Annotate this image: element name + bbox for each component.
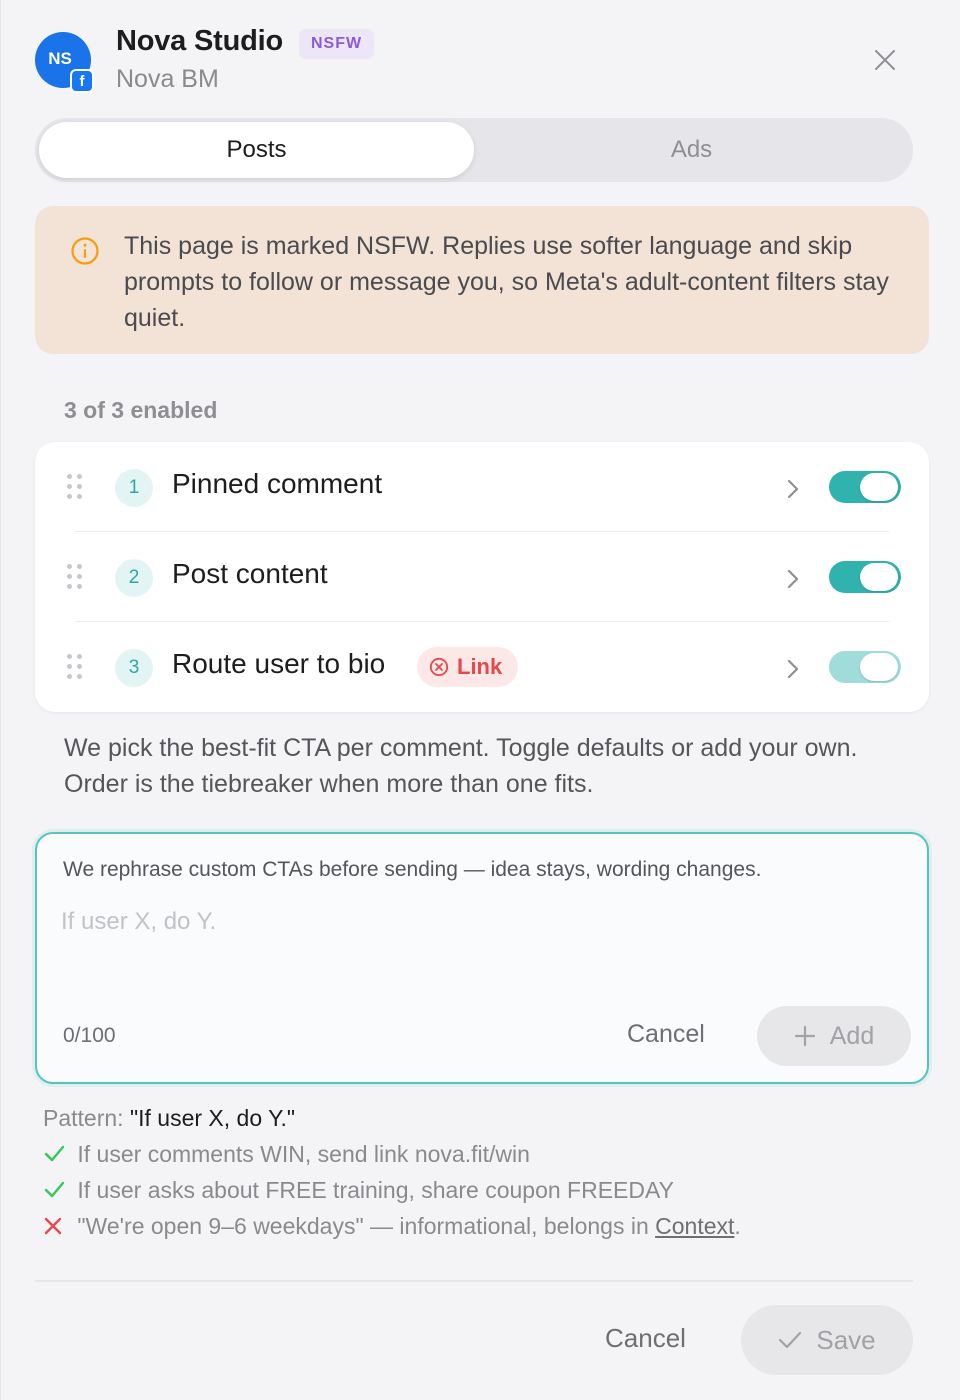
check-icon — [779, 1331, 802, 1349]
pattern-guidance: Pattern: "If user X, do Y." If user comm… — [43, 1100, 741, 1244]
cta-toggle[interactable] — [829, 651, 901, 683]
pattern-key: Pattern: — [43, 1105, 124, 1131]
char-count: 0/100 — [63, 1024, 116, 1047]
example-text: If user comments WIN, send link nova.fit… — [77, 1141, 530, 1167]
info-icon — [71, 237, 99, 265]
example-text: If user asks about FREE training, share … — [77, 1177, 674, 1203]
cross-icon — [44, 1217, 62, 1235]
cta-order-number: 2 — [115, 559, 153, 597]
close-button[interactable] — [867, 42, 903, 78]
nsfw-badge: NSFW — [299, 29, 375, 59]
cta-row-post-content[interactable]: 2 Post content — [35, 532, 929, 622]
chevron-right-icon[interactable] — [783, 657, 803, 681]
facebook-icon: f — [70, 69, 94, 93]
footer-divider — [35, 1280, 913, 1282]
business-manager-name: Nova BM — [116, 65, 219, 93]
enabled-count: 3 of 3 enabled — [64, 397, 218, 423]
pattern-example-good: If user asks about FREE training, share … — [43, 1172, 741, 1208]
close-icon — [875, 50, 895, 70]
example-suffix: . — [734, 1213, 741, 1239]
cancel-button[interactable]: Cancel — [605, 1323, 686, 1354]
drag-handle-icon[interactable] — [67, 654, 85, 680]
save-button[interactable]: Save — [741, 1305, 913, 1375]
link-badge-label: Link — [457, 654, 503, 679]
pattern-example-bad: "We're open 9–6 weekdays" — informationa… — [43, 1208, 741, 1244]
chevron-right-icon[interactable] — [783, 567, 803, 591]
cta-label: Post content — [172, 558, 328, 589]
avatar-initials: NS — [48, 49, 72, 68]
custom-cta-input[interactable] — [61, 900, 901, 944]
custom-cta-composer: We rephrase custom CTAs before sending —… — [35, 832, 929, 1084]
help-text: We pick the best-fit CTA per comment. To… — [64, 734, 858, 798]
composer-cancel-button[interactable]: Cancel — [627, 1020, 705, 1049]
pattern-value: "If user X, do Y." — [129, 1105, 296, 1131]
cta-label: Route user to bio — [172, 648, 386, 679]
tab-ads[interactable]: Ads — [474, 122, 909, 178]
drag-handle-icon[interactable] — [67, 474, 85, 500]
tab-posts[interactable]: Posts — [39, 122, 474, 178]
cta-label: Pinned comment — [172, 468, 383, 499]
link-error-badge: Link — [417, 647, 519, 687]
cta-order-number: 3 — [115, 649, 153, 687]
error-circle-icon — [429, 657, 449, 677]
add-button-label: Add — [829, 1021, 875, 1050]
cta-toggle[interactable] — [829, 561, 901, 593]
save-button-label: Save — [816, 1324, 876, 1355]
add-button[interactable]: Add — [757, 1006, 911, 1066]
notice-text: This page is marked NSFW. Replies use so… — [124, 232, 889, 332]
cta-row-route-user-to-bio[interactable]: 3 Route user to bio Link — [35, 622, 929, 712]
cta-settings-panel: NS f Nova Studio NSFW Nova BM Posts Ads … — [0, 0, 960, 1400]
nsfw-notice: This page is marked NSFW. Replies use so… — [35, 206, 929, 354]
chevron-right-icon[interactable] — [783, 477, 803, 501]
composer-hint: We rephrase custom CTAs before sending —… — [63, 858, 762, 881]
cta-toggle[interactable] — [829, 471, 901, 503]
pattern-example-good: If user comments WIN, send link nova.fit… — [43, 1136, 741, 1172]
check-icon — [44, 1145, 65, 1162]
drag-handle-icon[interactable] — [67, 564, 85, 590]
cta-row-pinned-comment[interactable]: 1 Pinned comment — [35, 442, 929, 532]
tab-bar: Posts Ads — [35, 118, 913, 182]
plus-icon — [794, 1025, 815, 1047]
cta-list: 1 Pinned comment 2 Post content 3 Route … — [35, 442, 929, 712]
context-link[interactable]: Context — [655, 1213, 734, 1239]
cta-order-number: 1 — [115, 469, 153, 507]
page-title: Nova Studio — [116, 25, 283, 57]
example-text: "We're open 9–6 weekdays" — informationa… — [77, 1213, 656, 1239]
check-icon — [44, 1181, 65, 1198]
pattern-line: Pattern: "If user X, do Y." — [43, 1100, 741, 1136]
